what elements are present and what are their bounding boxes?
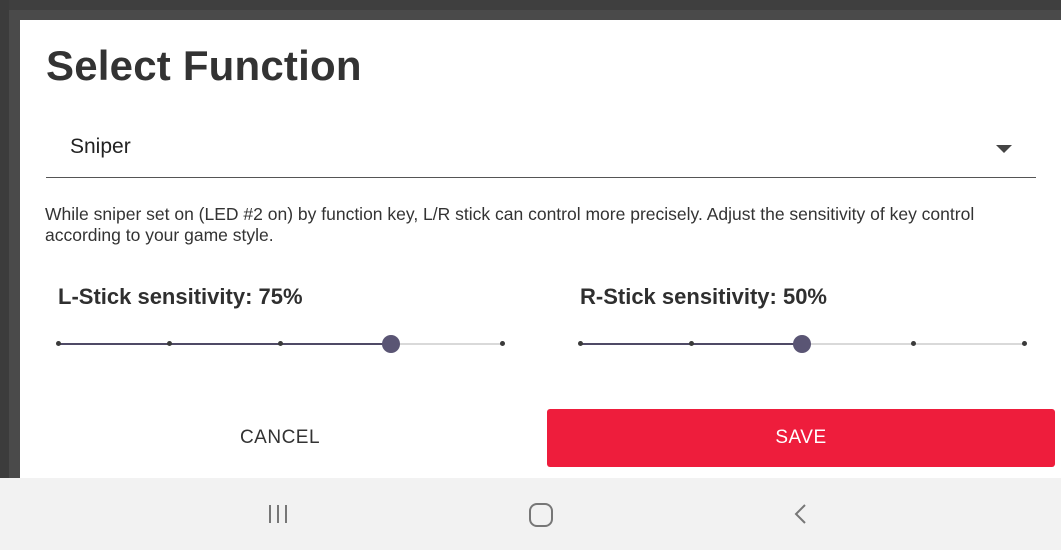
slider-tick-0 [578,341,583,346]
r-stick-sensitivity-slider[interactable] [577,334,1027,354]
slider-tick-0 [56,341,61,346]
caret-down-icon [996,145,1012,153]
slider-thumb[interactable] [793,335,811,353]
save-button[interactable]: SAVE [547,409,1055,467]
slider-tick-2 [278,341,283,346]
back-button[interactable] [771,478,831,550]
background-top-bar [0,0,1061,10]
slider-thumb[interactable] [382,335,400,353]
l-stick-sensitivity-group: L-Stick sensitivity: 75% [55,284,515,364]
recents-icon [269,505,287,523]
slider-tick-1 [167,341,172,346]
back-icon [794,504,806,524]
system-navigation-bar [0,478,1061,550]
slider-tick-1 [689,341,694,346]
r-stick-sensitivity-label: R-Stick sensitivity: 50% [580,284,827,309]
l-stick-sensitivity-slider[interactable] [55,334,505,354]
cancel-button[interactable]: CANCEL [55,409,505,467]
background-left-strip [0,0,9,478]
slider-fill [58,343,391,345]
r-stick-sensitivity-group: R-Stick sensitivity: 50% [577,284,1037,364]
slider-tick-4 [1022,341,1027,346]
function-description: While sniper set on (LED #2 on) by funct… [45,204,975,245]
select-function-dialog: Select Function Sniper While sniper set … [20,20,1061,478]
home-icon [529,503,553,527]
dialog-title: Select Function [46,42,362,89]
slider-tick-4 [500,341,505,346]
slider-tick-3 [911,341,916,346]
dropdown-selected-value: Sniper [70,135,131,158]
screen: Select Function Sniper While sniper set … [0,0,1061,550]
l-stick-sensitivity-label: L-Stick sensitivity: 75% [58,284,303,309]
recents-button[interactable] [248,478,308,550]
home-button[interactable] [510,478,570,550]
function-dropdown[interactable]: Sniper [46,125,1036,178]
